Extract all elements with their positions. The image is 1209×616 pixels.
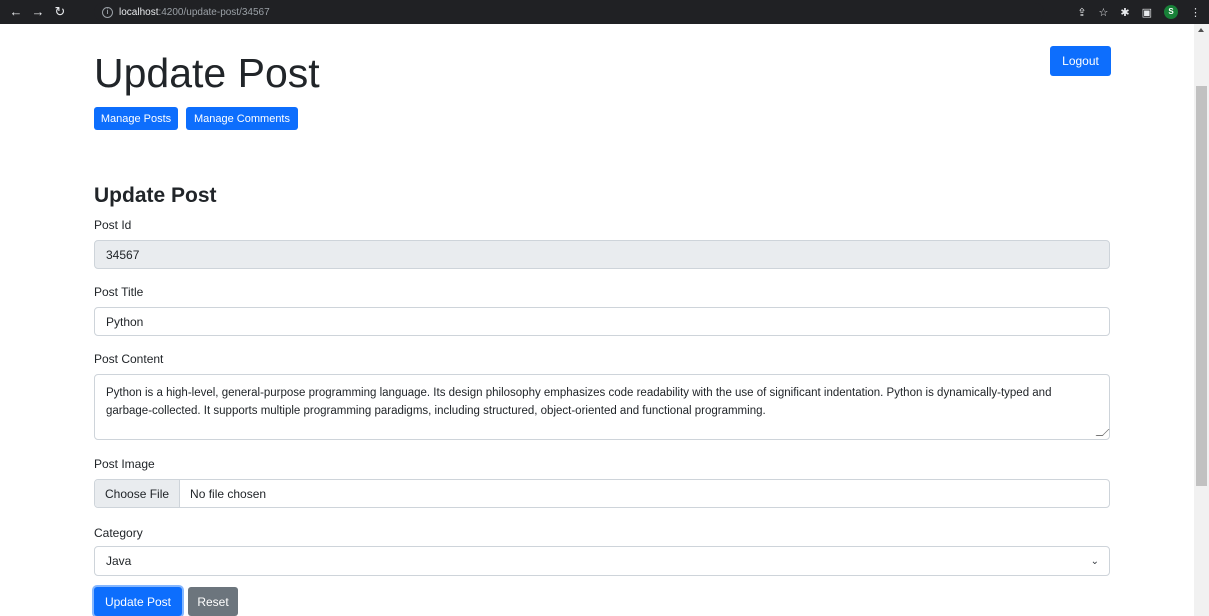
category-selected-value: Java	[106, 554, 132, 568]
reload-icon[interactable]: ↻	[50, 0, 70, 24]
post-content-textarea[interactable]: Python is a high-level, general-purpose …	[94, 374, 1110, 440]
category-label: Category	[94, 526, 143, 540]
url-path: :4200/update-post/34567	[158, 6, 270, 18]
file-status-text: No file chosen	[190, 486, 267, 501]
nav-buttons: ← → ↻	[6, 0, 70, 24]
bookmark-star-icon[interactable]: ☆	[1099, 6, 1109, 19]
address-bar[interactable]: i localhost:4200/update-post/34567	[94, 3, 1044, 21]
post-title-label: Post Title	[94, 285, 144, 299]
post-content-label: Post Content	[94, 352, 164, 366]
post-title-input[interactable]: Python	[94, 307, 1110, 336]
side-panel-icon[interactable]: ▣	[1142, 6, 1152, 19]
manage-posts-button[interactable]: Manage Posts	[94, 107, 178, 130]
chevron-down-icon: ⌄	[1090, 555, 1099, 567]
page-title: Update Post	[94, 50, 320, 96]
forward-arrow-icon[interactable]: →	[28, 0, 48, 24]
post-image-label: Post Image	[94, 457, 155, 471]
extensions-puzzle-icon[interactable]: ✱	[1120, 6, 1129, 19]
url-host: localhost	[119, 6, 159, 18]
scroll-up-arrow-icon[interactable]	[1198, 28, 1204, 32]
category-select[interactable]: Java ⌄	[94, 546, 1110, 576]
share-icon[interactable]: ⇪	[1077, 6, 1086, 19]
back-arrow-icon[interactable]: ←	[6, 0, 26, 24]
scroll-thumb[interactable]	[1196, 86, 1207, 486]
kebab-menu-icon[interactable]: ⋮	[1190, 6, 1201, 19]
post-title-value: Python	[106, 314, 144, 329]
post-content-value: Python is a high-level, general-purpose …	[106, 387, 1052, 417]
update-post-button[interactable]: Update Post	[94, 587, 182, 616]
reset-button[interactable]: Reset	[188, 587, 238, 616]
page-scrollbar[interactable]	[1194, 24, 1209, 616]
profile-avatar[interactable]: S	[1164, 5, 1178, 19]
post-id-field[interactable]: 34567	[94, 240, 1110, 269]
browser-actions: ⇪ ☆ ✱ ▣ S ⋮	[1077, 0, 1201, 24]
post-id-label: Post Id	[94, 218, 132, 232]
post-id-value: 34567	[106, 247, 140, 262]
choose-file-button[interactable]: Choose File	[95, 480, 181, 507]
info-icon[interactable]: i	[102, 6, 113, 18]
logout-button[interactable]: Logout	[1050, 46, 1111, 76]
resize-grip-icon[interactable]	[1095, 429, 1110, 436]
post-image-file-input[interactable]: Choose File No file chosen	[94, 479, 1110, 508]
browser-toolbar: ← → ↻ i localhost:4200/update-post/34567…	[0, 0, 1209, 24]
manage-comments-button[interactable]: Manage Comments	[186, 107, 298, 130]
form-heading: Update Post	[94, 184, 217, 207]
